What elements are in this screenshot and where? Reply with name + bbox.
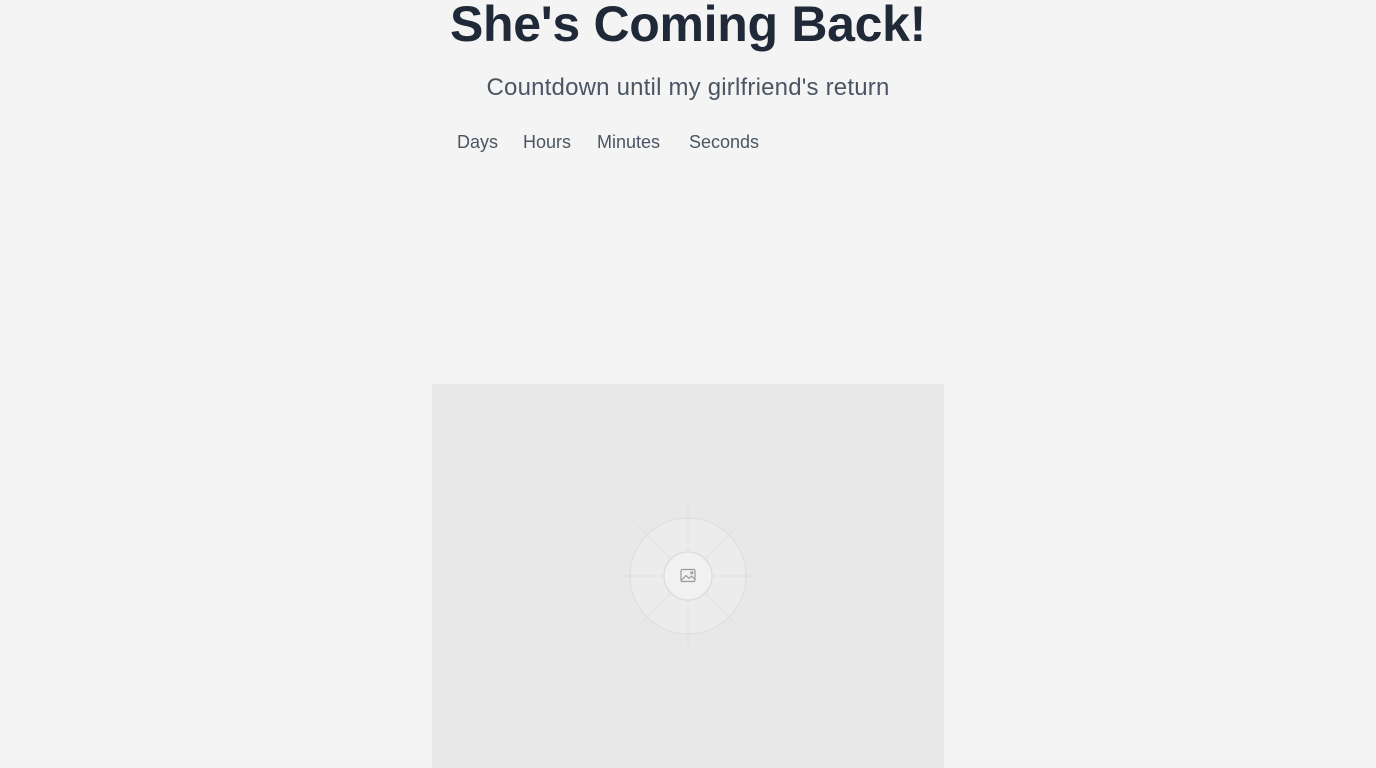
countdown-minutes-label: Minutes [597,132,661,152]
page-title: She's Coming Back! [449,0,927,52]
countdown-days-label: Days [457,132,499,152]
countdown-hours-label: Hours [523,132,572,152]
page-subtitle: Countdown until my girlfriend's return [486,74,890,101]
image-loading-graphic [607,495,769,657]
placeholder-inner-circle [663,551,713,601]
countdown-seconds-label: Seconds [689,132,760,152]
image-placeholder [432,384,944,768]
